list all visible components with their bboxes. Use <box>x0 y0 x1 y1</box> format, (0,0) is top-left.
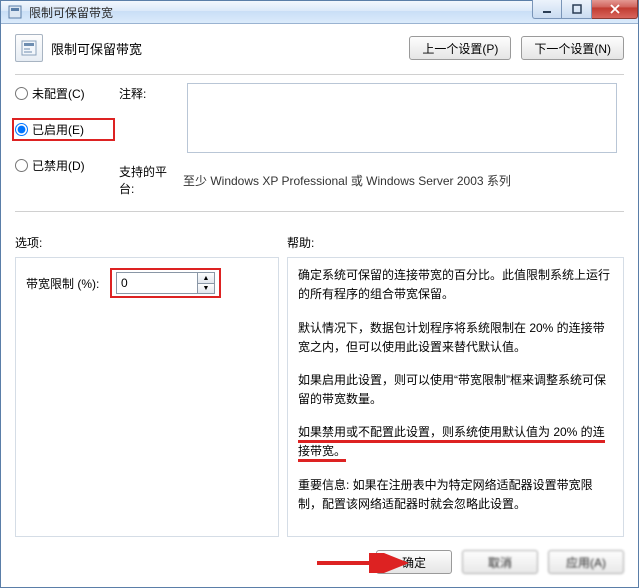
spin-up-button[interactable]: ▲ <box>198 273 214 283</box>
radio-enabled-input[interactable] <box>15 123 28 136</box>
footer: 确定 取消 应用(A) <box>15 545 624 579</box>
dialog-heading: 限制可保留带宽 <box>51 39 142 58</box>
window-title: 限制可保留带宽 <box>29 4 526 21</box>
close-button[interactable] <box>592 0 638 19</box>
ok-button[interactable]: 确定 <box>376 550 452 574</box>
platform-value: 至少 Windows XP Professional 或 Windows Ser… <box>183 172 511 189</box>
next-setting-button[interactable]: 下一个设置(N) <box>521 36 624 60</box>
options-pane: 带宽限制 (%): ▲ ▼ <box>15 257 279 537</box>
comment-label: 注释: <box>119 83 183 102</box>
radio-disabled-input[interactable] <box>15 159 28 172</box>
policy-icon <box>15 34 43 62</box>
titlebar[interactable]: 限制可保留带宽 <box>1 1 638 24</box>
bandwidth-spinner[interactable]: ▲ ▼ <box>116 272 215 294</box>
help-pane: 确定系统可保留的连接带宽的百分比。此值限制系统上运行的所有程序的组合带宽保留。 … <box>287 257 624 537</box>
cancel-button[interactable]: 取消 <box>462 550 538 574</box>
help-paragraph-highlight: 如果禁用或不配置此设置，则系统使用默认值为 20% 的连接带宽。 <box>298 425 605 462</box>
radio-not-configured[interactable]: 未配置(C) <box>15 85 115 102</box>
help-label: 帮助: <box>287 234 314 251</box>
help-paragraph: 重要信息: 如果在注册表中为特定网络适配器设置带宽限制，配置该网络适配器时就会忽… <box>298 476 613 514</box>
help-paragraph: 如果启用此设置，则可以使用“带宽限制”框来调整系统可保留的带宽数量。 <box>298 371 613 409</box>
dialog-window: 限制可保留带宽 限制可保留带宽 上一个设置(P) 下一个设置(N) <box>0 0 639 588</box>
comment-textarea[interactable] <box>187 83 617 153</box>
bandwidth-limit-label: 带宽限制 (%): <box>26 275 104 292</box>
radio-disabled[interactable]: 已禁用(D) <box>15 157 115 174</box>
radio-not-configured-input[interactable] <box>15 87 28 100</box>
bandwidth-spinner-highlight: ▲ ▼ <box>110 268 221 298</box>
window-controls <box>532 0 638 19</box>
radio-enabled-label: 已启用(E) <box>32 121 84 138</box>
options-label: 选项: <box>15 234 287 251</box>
radio-not-configured-label: 未配置(C) <box>32 85 85 102</box>
bandwidth-input[interactable] <box>117 273 197 293</box>
client-area: 限制可保留带宽 上一个设置(P) 下一个设置(N) 未配置(C) 已启用(E) <box>1 24 638 587</box>
help-paragraph: 默认情况下，数据包计划程序将系统限制在 20% 的连接带宽之内，但可以使用此设置… <box>298 319 613 357</box>
divider-2 <box>15 211 624 212</box>
radio-enabled[interactable]: 已启用(E) <box>12 118 115 141</box>
radio-disabled-label: 已禁用(D) <box>32 157 85 174</box>
prev-setting-button[interactable]: 上一个设置(P) <box>409 36 511 60</box>
apply-button[interactable]: 应用(A) <box>548 550 624 574</box>
maximize-button[interactable] <box>562 0 592 19</box>
app-icon <box>7 4 23 20</box>
spin-down-button[interactable]: ▼ <box>198 283 214 293</box>
divider <box>15 74 624 75</box>
minimize-button[interactable] <box>532 0 562 19</box>
help-paragraph: 确定系统可保留的连接带宽的百分比。此值限制系统上运行的所有程序的组合带宽保留。 <box>298 266 613 304</box>
platform-label: 支持的平台: <box>119 163 177 197</box>
